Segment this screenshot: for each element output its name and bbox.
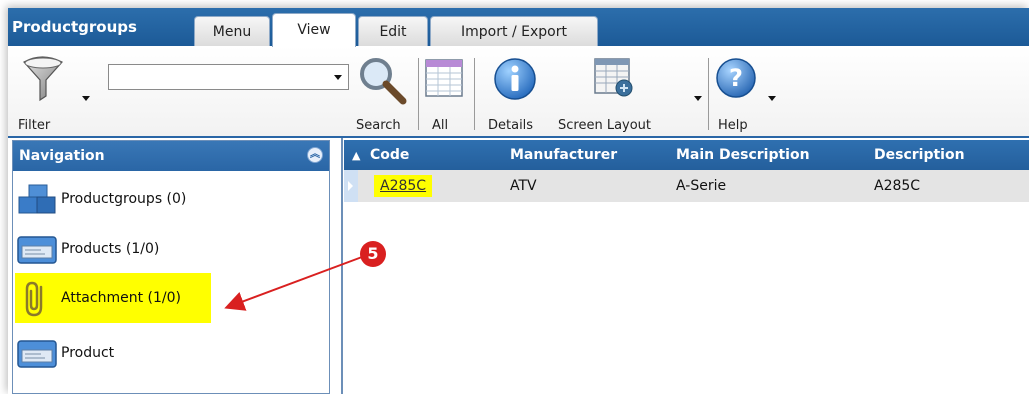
filter-label: Filter [18,118,51,133]
paperclip-icon [25,281,43,317]
nav-item-productgroups[interactable]: Productgroups (0) [13,179,329,219]
column-header-manufacturer[interactable]: Manufacturer [510,147,617,163]
svg-text:?: ? [729,64,743,92]
screen-layout-dropdown-arrow[interactable] [694,96,702,101]
ribbon-tab-bar: Productgroups Menu View Edit Import / Ex… [8,8,1029,47]
all-label: All [432,118,449,133]
help-label: Help [718,118,748,133]
tab-view[interactable]: View [272,13,356,47]
tab-menu[interactable]: Menu [194,16,270,46]
column-header-code[interactable]: Code [370,147,409,163]
search-button[interactable]: Search [354,50,414,134]
nav-item-label: Attachment (1/0) [61,290,181,306]
filter-button[interactable]: Filter [16,50,96,134]
search-label: Search [356,118,401,133]
screen-layout-button[interactable]: Screen Layout [556,50,706,134]
row-selector-arrow-icon[interactable] [344,170,358,202]
search-combobox-arrow[interactable] [334,75,342,80]
nav-item-label: Productgroups (0) [61,191,187,207]
tab-edit[interactable]: Edit [358,16,428,46]
magnifier-icon [360,58,407,105]
cell-description: A285C [874,178,921,194]
help-button[interactable]: ? Help [712,50,782,134]
cell-code-link[interactable]: A285C [374,175,433,197]
cell-manufacturer: ATV [510,178,537,194]
app-window: Productgroups Menu View Edit Import / Ex… [8,8,1029,394]
toolbar: Filter Search All Details Screen Layout … [8,46,1029,138]
all-button[interactable]: All [422,50,470,134]
toolbar-separator [418,58,419,130]
column-header-main-description[interactable]: Main Description [676,147,810,163]
navigation-title: Navigation [19,148,105,164]
sort-ascending-icon: ▲ [352,149,361,162]
screen-layout-label: Screen Layout [558,118,652,133]
app-title: Productgroups [12,18,137,36]
collapse-icon[interactable]: ︽ [307,147,323,163]
column-header-description[interactable]: Description [874,147,965,163]
products-icon [17,236,57,264]
table-row[interactable]: A285C ATV A-Serie A285C [344,170,1029,202]
product-icon [17,340,57,368]
tab-import-export[interactable]: Import / Export [430,16,598,46]
navigation-header: Navigation ︽ [13,141,329,171]
info-icon [494,58,536,100]
help-question-icon: ? [716,58,756,98]
screen-layout-icon [594,58,633,97]
grid-header: ▲ Code Manufacturer Main Description Des… [344,140,1029,170]
details-button[interactable]: Details [480,50,554,134]
filter-funnel-icon [23,56,63,102]
toolbar-separator [474,58,475,130]
productgroups-icon [18,184,56,214]
annotation-number-badge: 5 [360,241,386,267]
details-label: Details [488,118,534,133]
help-dropdown-arrow[interactable] [768,96,776,101]
filter-dropdown-arrow[interactable] [82,96,90,101]
cell-main-description: A-Serie [676,178,727,194]
nav-item-label: Product [61,345,115,361]
nav-item-label: Products (1/0) [61,241,160,257]
table-grid-icon [425,59,463,97]
search-combobox[interactable] [108,64,349,90]
toolbar-separator [708,58,709,130]
nav-item-attachment[interactable]: Attachment (1/0) [15,273,211,323]
